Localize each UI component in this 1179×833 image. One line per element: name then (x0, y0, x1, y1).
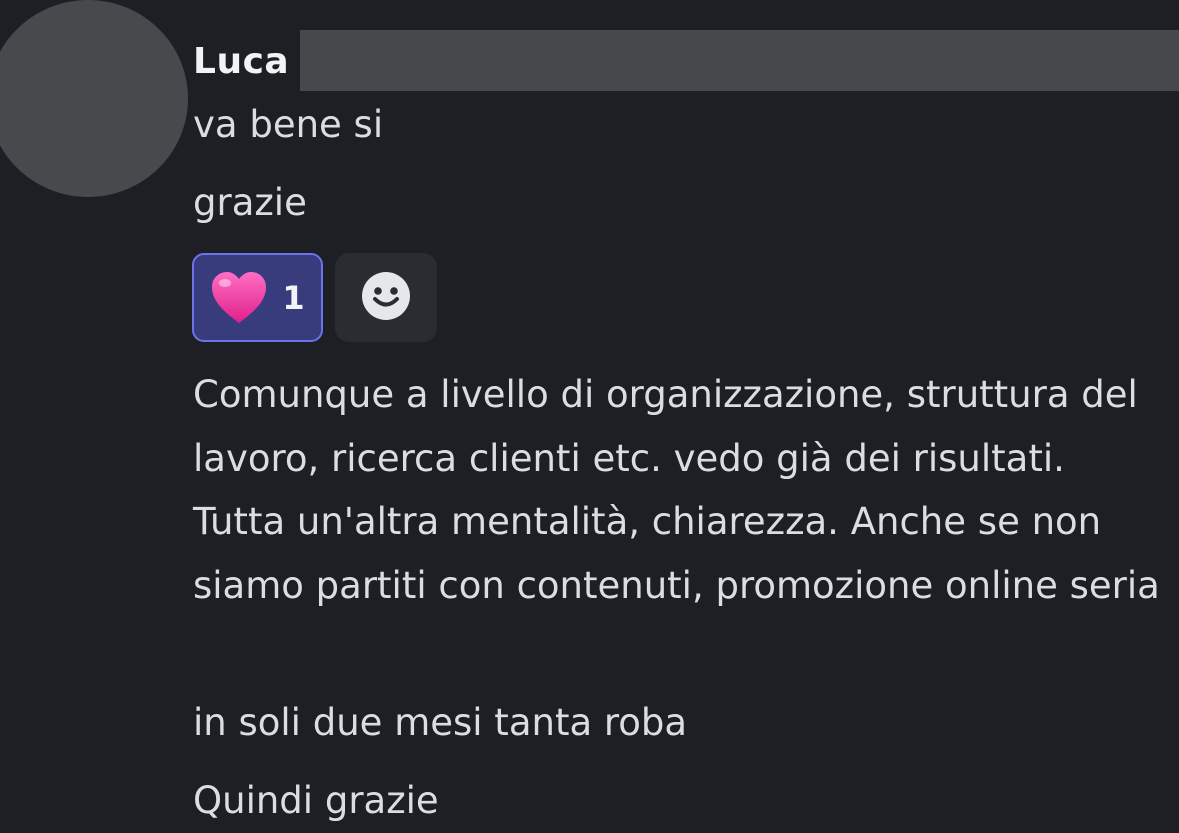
smiley-face-icon (361, 271, 411, 325)
message-line: grazie (193, 181, 307, 224)
reaction-bar: 1 (192, 253, 437, 342)
avatar[interactable] (0, 0, 188, 197)
message-line: va bene si (193, 103, 384, 146)
message-line: in soli due mesi tanta roba (193, 701, 688, 744)
username[interactable]: Luca (193, 41, 289, 82)
redacted-timestamp-bar (300, 30, 1179, 91)
add-reaction-button[interactable] (335, 253, 437, 342)
heart-reaction-button[interactable]: 1 (192, 253, 323, 342)
pink-heart-icon (210, 271, 268, 325)
message-paragraph: Comunque a livello di organizzazione, st… (193, 373, 1160, 607)
reaction-count: 1 (282, 278, 305, 317)
message-header: Luca (193, 30, 289, 92)
message-line: Quindi grazie (193, 779, 439, 822)
